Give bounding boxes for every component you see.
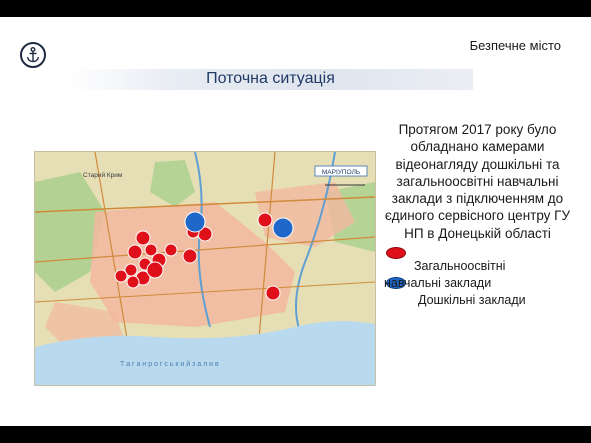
- school-marker: [164, 243, 178, 257]
- top-bar: [0, 0, 591, 17]
- school-marker: [135, 230, 151, 246]
- school-marker: [265, 285, 281, 301]
- school-marker: [114, 269, 128, 283]
- preschool-marker: [272, 217, 294, 239]
- map-city-label: МАРІУПОЛЬ: [322, 169, 360, 176]
- anchor-icon: [26, 47, 40, 63]
- legend-red-marker: [386, 247, 406, 259]
- brand-text: Безпечне місто: [469, 38, 561, 53]
- school-marker: [257, 212, 273, 228]
- legend-label-schools-line2: навчальні заклади: [384, 276, 492, 290]
- title-band: Поточна ситуація: [68, 69, 473, 90]
- map-district-label: Старий Крим: [83, 171, 123, 179]
- city-map: МАРІУПОЛЬ Старий Крим Т а г а н р о г с …: [34, 151, 376, 386]
- map-sea-label: Т а г а н р о г с ь к и й з а л и в: [120, 360, 219, 368]
- legend-label-schools-line1: Загальноосвітні: [414, 259, 506, 273]
- school-marker: [126, 275, 140, 289]
- description-text: Протягом 2017 року було обладнано камера…: [384, 122, 571, 241]
- school-marker: [182, 248, 198, 264]
- preschool-marker: [184, 211, 206, 233]
- school-marker: [146, 261, 164, 279]
- anchor-logo: [20, 42, 46, 68]
- page-title: Поточна ситуація: [206, 70, 335, 87]
- map-graphic: МАРІУПОЛЬ Старий Крим Т а г а н р о г с …: [35, 152, 375, 385]
- bottom-bar: [0, 426, 591, 443]
- legend-label-preschool: Дошкільні заклади: [418, 293, 526, 307]
- school-marker: [127, 244, 143, 260]
